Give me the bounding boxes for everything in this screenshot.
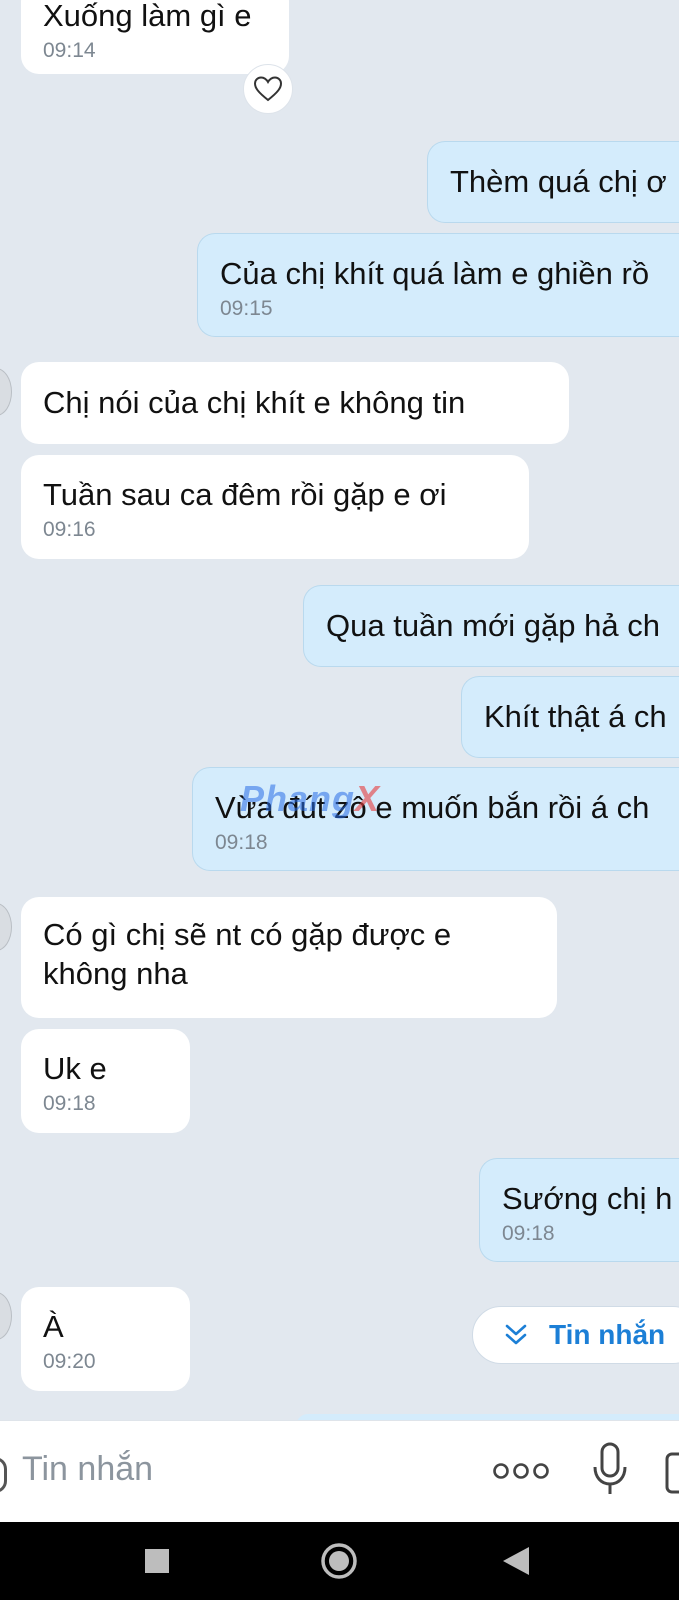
message-time: 09:16 [43,518,96,541]
recents-button[interactable] [145,1549,169,1573]
input-left-edge [0,1457,7,1493]
heart-reaction-button[interactable] [243,64,293,114]
message-time: 09:18 [43,1092,96,1115]
avatar[interactable] [0,903,12,951]
double-chevron-down-icon [505,1324,527,1345]
message-incoming[interactable]: À 09:20 [21,1287,190,1391]
microphone-icon [593,1442,627,1494]
message-incoming[interactable]: Tuần sau ca đêm rồi gặp e ơi 09:16 [21,455,529,559]
message-text: Sướng chị h [502,1181,673,1216]
image-picker-button[interactable] [664,1451,679,1495]
message-text: Của chị khít quá làm e ghiền rồ [220,256,650,291]
message-incoming[interactable]: Có gì chị sẽ nt có gặp được e không nha [21,897,557,1018]
back-button[interactable] [503,1547,529,1575]
chat-area[interactable]: Xuống làm gì e 09:14 Thèm quá chị ơ Của … [0,0,679,1420]
more-dots-icon [493,1463,549,1479]
voice-record-button[interactable] [590,1441,630,1499]
more-options-button[interactable] [492,1459,550,1483]
message-time: 09:18 [215,831,268,854]
message-text: Có gì chị sẽ nt có gặp được e [43,917,452,952]
watermark-logo: PhangX [240,778,381,819]
image-icon [665,1452,679,1494]
message-input-bar: Tin nhắn [0,1420,679,1523]
message-text: À [43,1309,64,1344]
message-text: Chị nói của chị khít e không tin [43,385,466,420]
message-outgoing[interactable]: Qua tuần mới gặp hả ch [303,585,679,667]
message-text: không nha [43,956,188,991]
message-incoming[interactable]: Chị nói của chị khít e không tin [21,362,569,444]
message-text: Khít thật á ch [484,699,667,734]
message-incoming[interactable]: Uk e 09:18 [21,1029,190,1133]
avatar[interactable] [0,1292,12,1340]
message-text: Thèm quá chị ơ [450,164,667,199]
message-outgoing[interactable]: Khít thật á ch [461,676,679,758]
square-nav-icon [145,1549,169,1573]
jump-to-new-messages-button[interactable]: Tin nhắn [472,1306,679,1364]
message-input[interactable]: Tin nhắn [22,1447,153,1491]
message-outgoing[interactable]: Sướng chị h 09:18 [479,1158,679,1262]
message-text: Qua tuần mới gặp hả ch [326,608,660,643]
system-navigation-bar [0,1522,679,1600]
message-text: Xuống làm gì e [43,0,252,33]
heart-icon [254,76,282,102]
circle-nav-icon [321,1543,357,1579]
message-text: Uk e [43,1051,107,1086]
avatar[interactable] [0,368,12,416]
message-time: 09:15 [220,297,273,320]
message-outgoing[interactable]: Của chị khít quá làm e ghiền rồ 09:15 [197,233,679,337]
message-text: Tuần sau ca đêm rồi gặp e ơi [43,477,447,512]
triangle-back-icon [503,1547,529,1575]
message-time: 09:18 [502,1222,555,1245]
home-button[interactable] [320,1542,358,1580]
message-time: 09:20 [43,1350,96,1373]
message-time: 09:14 [43,39,96,62]
message-outgoing[interactable]: Thèm quá chị ơ [427,141,679,223]
message-incoming[interactable]: Xuống làm gì e 09:14 [21,0,289,74]
jump-button-label: Tin nhắn [549,1319,666,1350]
